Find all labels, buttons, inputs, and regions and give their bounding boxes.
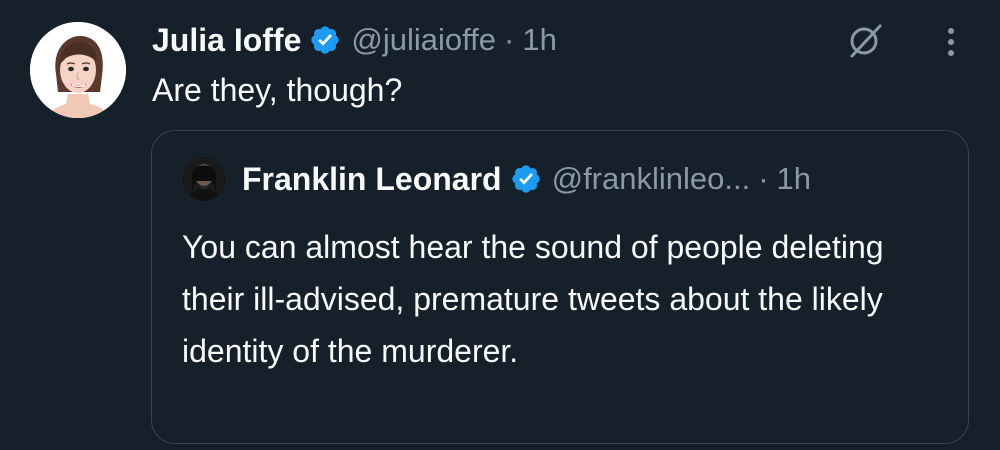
tweet[interactable]: Julia Ioffe @juliaioffe · 1h Are they, t… xyxy=(0,0,1000,450)
tweet-text: Are they, though? xyxy=(152,72,403,108)
verified-badge-icon[interactable] xyxy=(309,24,341,56)
avatar-illustration xyxy=(30,22,126,118)
tweet-header: Julia Ioffe @juliaioffe · 1h xyxy=(152,18,557,62)
quoted-timestamp: 1h xyxy=(776,161,812,196)
verified-badge-icon xyxy=(511,165,540,193)
quoted-avatar-photo xyxy=(182,157,226,201)
tweet-timestamp[interactable]: 1h xyxy=(522,22,556,58)
author-handle[interactable]: @juliaioffe xyxy=(351,22,496,58)
quoted-header: Franklin Leonard @franklinleo... · 1h xyxy=(242,157,811,201)
separator-dot: · xyxy=(758,161,769,196)
separator-dot: · xyxy=(504,22,515,57)
quoted-tweet-text: You can almost hear the sound of people … xyxy=(182,229,884,369)
avatar[interactable] xyxy=(30,22,126,118)
quoted-author-handle: @franklinleo... xyxy=(551,161,751,196)
grok-icon[interactable] xyxy=(846,20,886,60)
author-name[interactable]: Julia Ioffe xyxy=(152,22,301,59)
more-vertical-icon[interactable] xyxy=(936,22,966,62)
quoted-tweet[interactable]: Franklin Leonard @franklinleo... · 1h Yo… xyxy=(151,130,969,444)
quoted-avatar[interactable] xyxy=(182,157,226,201)
quoted-author-name[interactable]: Franklin Leonard xyxy=(242,161,502,198)
